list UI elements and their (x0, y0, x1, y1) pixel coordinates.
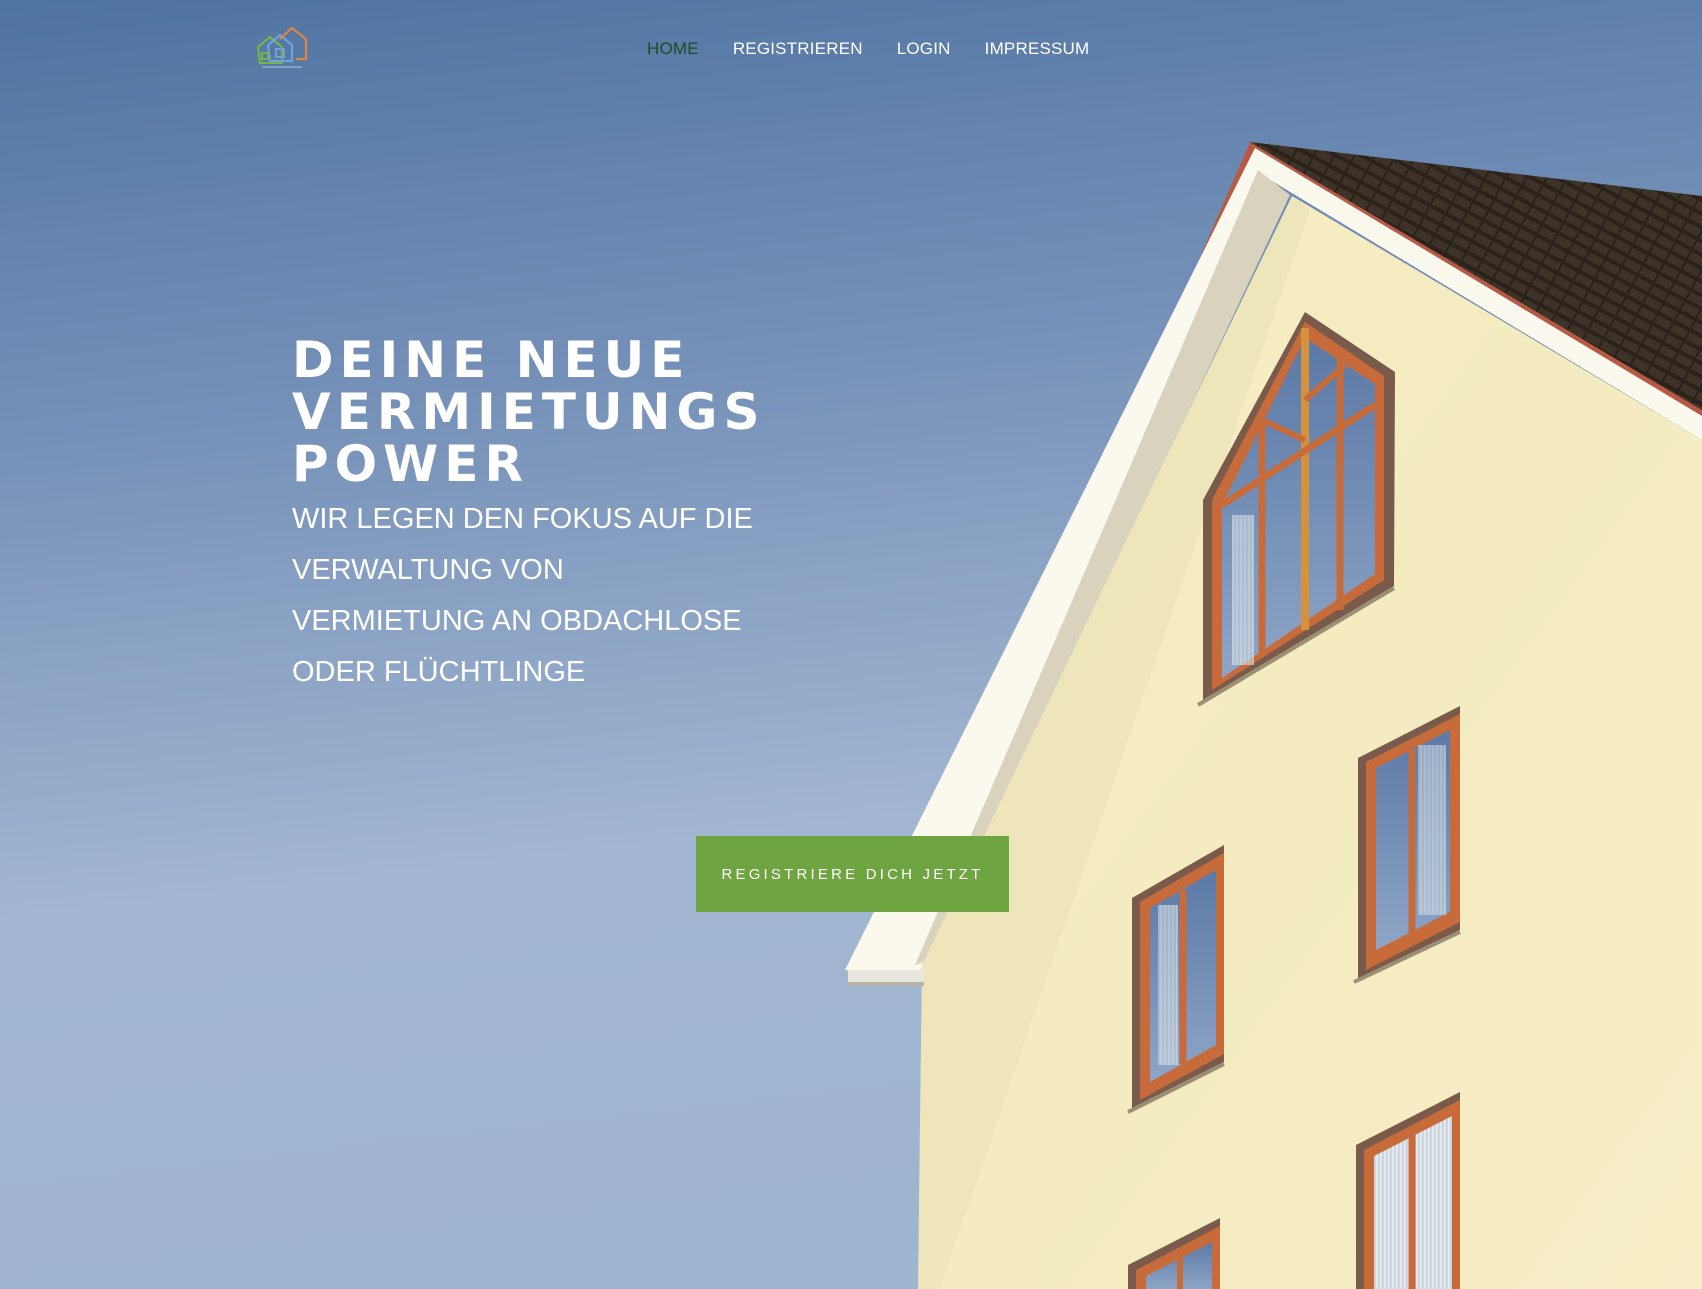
menu-link-home[interactable]: HOME (647, 38, 699, 60)
hero-subline-line: ODER FLÜCHTLINGE (292, 656, 586, 688)
menu-item-home: HOME (647, 38, 699, 60)
hero-headline-line: POWER (292, 435, 529, 493)
hero-subline-line: VERWALTUNG VON (292, 554, 564, 586)
hero-subline-line: WIR LEGEN DEN FOKUS AUF DIE (292, 503, 753, 535)
menu-link-registrieren[interactable]: REGISTRIEREN (733, 38, 863, 60)
menu-link-impressum[interactable]: IMPRESSUM (985, 38, 1090, 60)
hero-headline-line: DEINE NEUE (292, 331, 691, 389)
menu-item-impressum: IMPRESSUM (985, 38, 1090, 60)
top-navigation: HOME REGISTRIEREN LOGIN IMPRESSUM (0, 0, 1702, 100)
house-logo-icon[interactable] (254, 25, 312, 71)
hero-headline-line: VERMIETUNGS (292, 383, 766, 441)
main-menu: HOME REGISTRIEREN LOGIN IMPRESSUM (647, 38, 1089, 60)
hero-headline: DEINE NEUE VERMIETUNGS POWER (292, 334, 852, 490)
landing-page: HOME REGISTRIEREN LOGIN IMPRESSUM DEINE … (0, 0, 1702, 1289)
menu-item-registrieren: REGISTRIEREN (733, 38, 863, 60)
hero-subline-line: VERMIETUNG AN OBDACHLOSE (292, 605, 742, 637)
hero-background-image (0, 0, 1702, 1289)
hero-subline: WIR LEGEN DEN FOKUS AUF DIE VERWALTUNG V… (292, 494, 792, 698)
menu-item-login: LOGIN (897, 38, 951, 60)
register-now-button[interactable]: REGISTRIERE DICH JETZT (696, 836, 1009, 912)
menu-link-login[interactable]: LOGIN (897, 38, 951, 60)
